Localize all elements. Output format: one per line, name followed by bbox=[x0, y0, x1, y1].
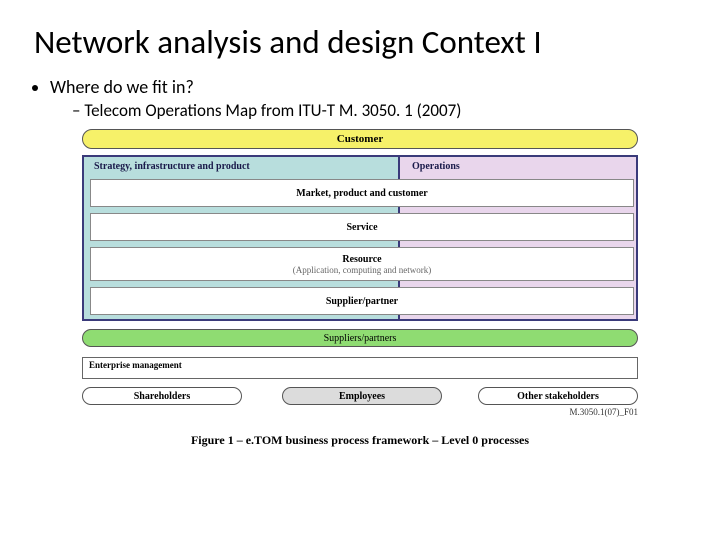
layer-market-label: Market, product and customer bbox=[296, 188, 427, 199]
bullet-text: Where do we fit in? bbox=[50, 76, 194, 98]
sub-bullet-text: Telecom Operations Map from ITU-T M. 305… bbox=[84, 100, 461, 121]
etom-diagram: Customer Strategy, infrastructure and pr… bbox=[64, 129, 656, 457]
layer-market: Market, product and customer bbox=[90, 179, 634, 207]
right-column-header-text: Operations bbox=[412, 161, 460, 172]
slide-title: Network analysis and design Context I bbox=[34, 22, 692, 62]
suppliers-band: Suppliers/partners bbox=[82, 329, 638, 347]
shareholders-label: Shareholders bbox=[134, 391, 191, 402]
layer-service-label: Service bbox=[346, 222, 377, 233]
left-column-header: Strategy, infrastructure and product bbox=[88, 159, 394, 173]
sub-bullet-list: Telecom Operations Map from ITU-T M. 305… bbox=[72, 100, 692, 121]
figure-caption: Figure 1 – e.TOM business process framew… bbox=[64, 433, 656, 448]
main-process-box: Strategy, infrastructure and product Ope… bbox=[82, 155, 638, 321]
suppliers-band-label: Suppliers/partners bbox=[324, 333, 397, 344]
slide: Network analysis and design Context I Wh… bbox=[0, 0, 720, 540]
layer-resource: Resource (Application, computing and net… bbox=[90, 247, 634, 281]
bullet-item: Where do we fit in? Telecom Operations M… bbox=[50, 76, 692, 121]
left-column-header-text: Strategy, infrastructure and product bbox=[94, 161, 250, 172]
employees-pill: Employees bbox=[282, 387, 442, 405]
other-stakeholders-label: Other stakeholders bbox=[517, 391, 599, 402]
figure-source-id-text: M.3050.1(07)_F01 bbox=[569, 407, 638, 417]
bullet-list: Where do we fit in? Telecom Operations M… bbox=[28, 76, 692, 121]
enterprise-mgmt-label: Enterprise management bbox=[89, 360, 182, 370]
layer-supplier: Supplier/partner bbox=[90, 287, 634, 315]
figure-caption-text: Figure 1 – e.TOM business process framew… bbox=[191, 433, 529, 447]
stakeholder-row: Shareholders Employees Other stakeholder… bbox=[82, 387, 638, 407]
layer-resource-label: Resource bbox=[342, 254, 381, 265]
enterprise-mgmt-box: Enterprise management bbox=[82, 357, 638, 379]
layer-service: Service bbox=[90, 213, 634, 241]
figure-source-id: M.3050.1(07)_F01 bbox=[569, 407, 638, 417]
layer-resource-sub: (Application, computing and network) bbox=[293, 265, 431, 275]
customer-label: Customer bbox=[337, 133, 383, 145]
right-column-header: Operations bbox=[406, 159, 634, 173]
customer-band: Customer bbox=[82, 129, 638, 149]
sub-bullet-item: Telecom Operations Map from ITU-T M. 305… bbox=[72, 100, 692, 121]
other-stakeholders-pill: Other stakeholders bbox=[478, 387, 638, 405]
employees-label: Employees bbox=[339, 391, 385, 402]
shareholders-pill: Shareholders bbox=[82, 387, 242, 405]
layer-supplier-label: Supplier/partner bbox=[326, 296, 398, 307]
